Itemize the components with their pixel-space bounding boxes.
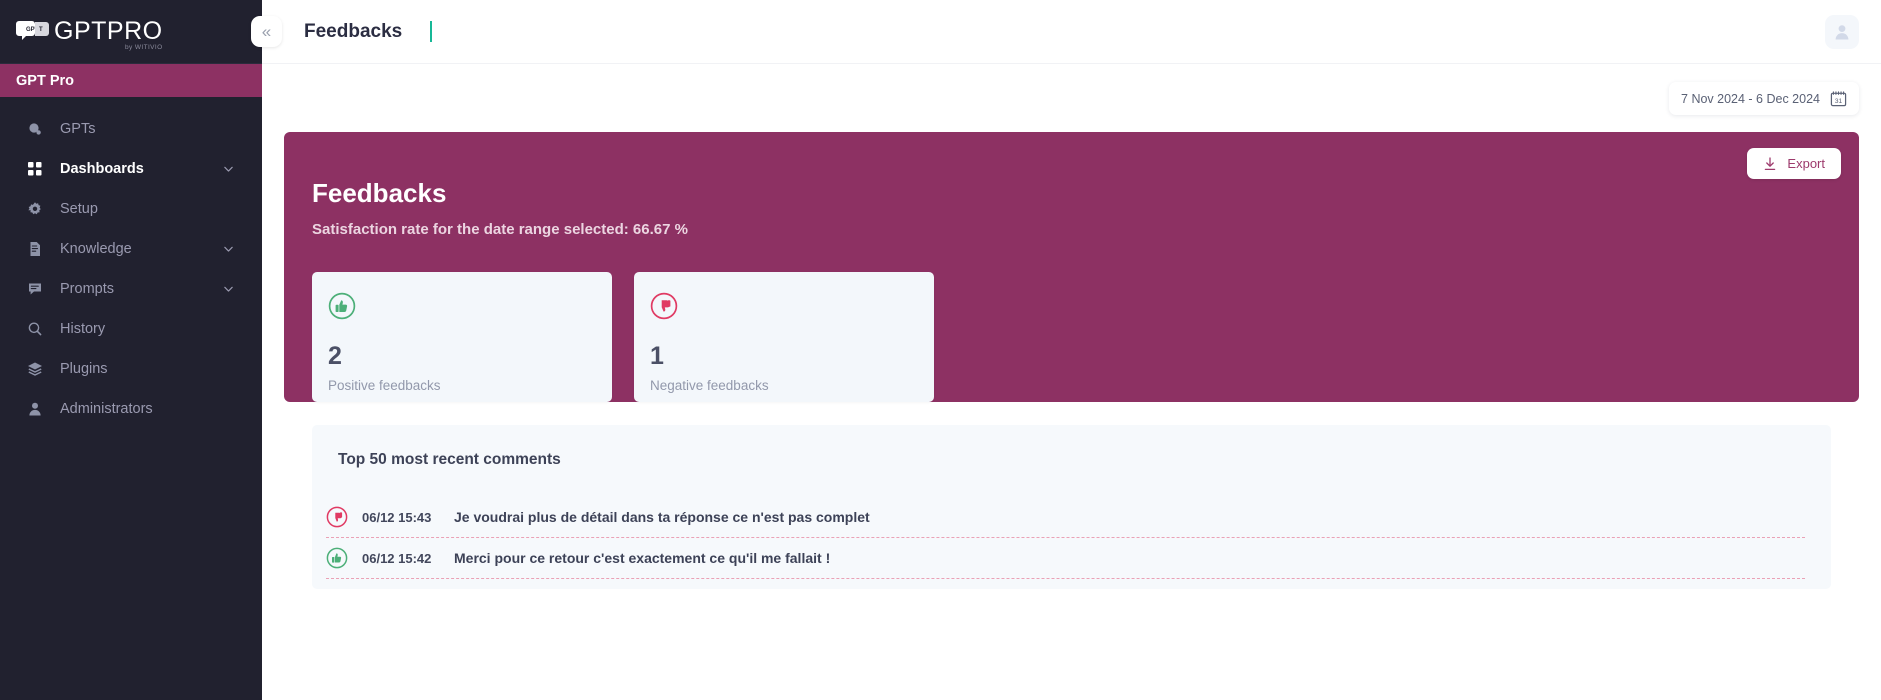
sidebar-item-label: Prompts: [60, 281, 114, 297]
sidebar-item-label: Administrators: [60, 401, 153, 417]
dashboard-icon: [26, 160, 44, 178]
comment-text: Je voudrai plus de détail dans ta répons…: [454, 509, 870, 525]
gpts-icon: [26, 120, 44, 138]
comment-divider: [326, 578, 1805, 579]
logo-text: GPTPRO: [54, 17, 163, 45]
sidebar-item-label: History: [60, 321, 106, 337]
hero-title: Feedbacks: [312, 178, 447, 208]
stat-label: Positive feedbacks: [328, 378, 441, 393]
comments-panel-title: Top 50 most recent comments: [338, 451, 561, 468]
svg-text:T: T: [39, 27, 43, 33]
search-clock-icon: [26, 320, 44, 338]
thumbs-up-icon: [328, 292, 356, 320]
thumbs-down-icon: [326, 506, 348, 528]
date-row: 7 Nov 2024 - 6 Dec 2024 31: [284, 64, 1859, 115]
comment-date: 06/12 15:42: [362, 550, 432, 566]
logo[interactable]: GPT T GPTPRO by WITIVIO: [0, 0, 262, 64]
sidebar-collapse-button[interactable]: «: [251, 16, 282, 47]
sidebar-item-setup[interactable]: Setup: [0, 189, 262, 229]
sidebar-item-knowledge[interactable]: Knowledge: [0, 229, 262, 269]
date-range-value: 7 Nov 2024 - 6 Dec 2024: [1681, 91, 1820, 106]
sidebar-nav: GPTs Dashboards Setup Knowledge Prompts …: [0, 97, 262, 429]
document-icon: [26, 240, 44, 258]
avatar-icon: [1835, 24, 1849, 39]
sidebar-item-history[interactable]: History: [0, 309, 262, 349]
calendar-icon: 31: [1830, 91, 1847, 107]
comment-row[interactable]: 06/12 15:43 Je voudrai plus de détail da…: [312, 497, 1831, 537]
sidebar-item-gpts[interactable]: GPTs: [0, 109, 262, 149]
chat-icon: [26, 280, 44, 298]
thumbs-down-icon: [650, 292, 678, 320]
main-area: Feedbacks 7 Nov 2024 - 6 Dec 2024 31 Exp…: [262, 0, 1881, 700]
sidebar-item-plugins[interactable]: Plugins: [0, 349, 262, 389]
sidebar: GPT T GPTPRO by WITIVIO GPT Pro GPTs Das…: [0, 0, 282, 700]
comment-divider: [326, 537, 1805, 538]
page-title: Feedbacks: [304, 20, 403, 42]
feedbacks-hero-banner: Export Feedbacks Satisfaction rate for t…: [284, 132, 1859, 402]
sidebar-item-label: Plugins: [60, 361, 108, 377]
svg-text:31: 31: [1835, 98, 1843, 105]
workspace-name: GPT Pro: [0, 64, 262, 97]
download-icon: [1765, 156, 1776, 170]
chevron-down-icon[interactable]: [223, 164, 234, 175]
thumbs-up-icon: [326, 547, 348, 569]
layers-icon: [26, 360, 44, 378]
gptpro-logo-icon: GPT T: [16, 19, 50, 45]
chevron-down-icon[interactable]: [223, 284, 234, 295]
content: 7 Nov 2024 - 6 Dec 2024 31 Export Feedba…: [262, 64, 1881, 700]
stat-label: Negative feedbacks: [650, 378, 769, 393]
comment-date: 06/12 15:43: [362, 509, 432, 525]
stat-card-positive: 2 Positive feedbacks: [312, 272, 612, 402]
app-root: GPT T GPTPRO by WITIVIO GPT Pro GPTs Das…: [0, 0, 1881, 700]
hero-subtitle: Satisfaction rate for the date range sel…: [312, 221, 688, 238]
sidebar-item-label: Setup: [60, 201, 98, 217]
sidebar-item-label: Dashboards: [60, 161, 144, 177]
stat-value: 2: [328, 342, 342, 370]
comment-text: Merci pour ce retour c'est exactement ce…: [454, 550, 831, 566]
sidebar-item-dashboards[interactable]: Dashboards: [0, 149, 262, 189]
sidebar-item-administrators[interactable]: Administrators: [0, 389, 262, 429]
export-button[interactable]: Export: [1747, 148, 1841, 179]
sidebar-item-label: Knowledge: [60, 241, 132, 257]
stat-value: 1: [650, 342, 664, 370]
comments-panel: Top 50 most recent comments 06/12 15:43 …: [312, 425, 1831, 589]
topbar: Feedbacks: [262, 0, 1881, 64]
title-caret: [430, 21, 433, 42]
sidebar-item-prompts[interactable]: Prompts: [0, 269, 262, 309]
date-range-picker[interactable]: 7 Nov 2024 - 6 Dec 2024 31: [1669, 82, 1859, 115]
chevron-down-icon[interactable]: [223, 244, 234, 255]
person-icon: [26, 400, 44, 418]
avatar[interactable]: [1825, 14, 1859, 49]
export-label: Export: [1787, 156, 1825, 171]
logo-subtitle: by WITIVIO: [124, 44, 163, 51]
gear-icon: [26, 200, 44, 218]
sidebar-item-label: GPTs: [60, 121, 96, 137]
stat-cards: 2 Positive feedbacks 1 Negative feedback…: [284, 238, 1859, 402]
comment-row[interactable]: 06/12 15:42 Merci pour ce retour c'est e…: [312, 538, 1831, 578]
stat-card-negative: 1 Negative feedbacks: [634, 272, 934, 402]
